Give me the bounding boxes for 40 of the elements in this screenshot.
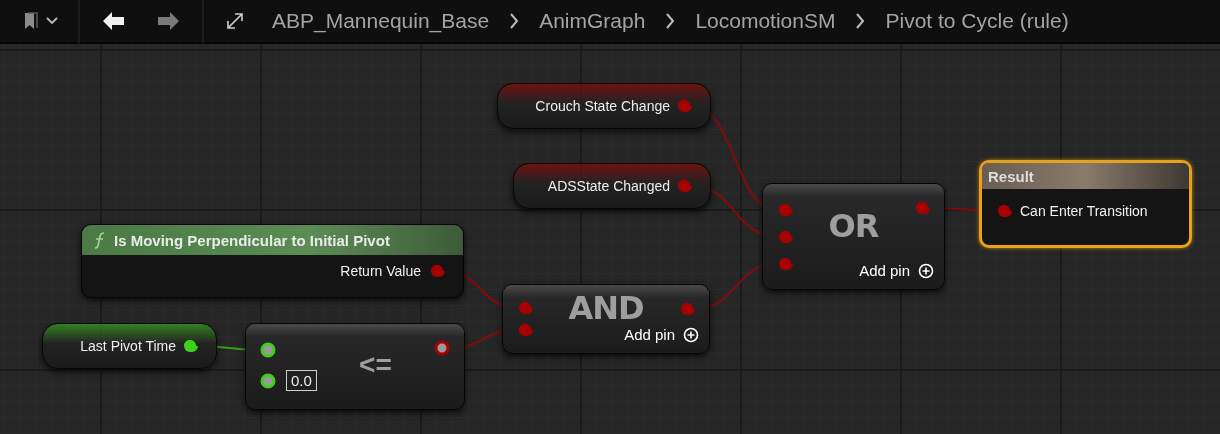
pin-icon[interactable] [260,342,276,358]
pin-icon[interactable] [182,338,198,354]
add-pin-button[interactable]: Add pin [859,262,934,279]
plus-circle-icon [918,262,934,279]
chevron-down-icon [46,17,58,25]
operator-node[interactable]: 0.0 <= [245,323,465,410]
back-arrow-icon [102,11,126,31]
pin-label: Return Value [340,263,421,279]
operator-node[interactable]: OR Add pin [762,183,945,290]
variable-label: Crouch State Change [535,98,670,114]
function-node[interactable]: Is Moving Perpendicular to Initial Pivot Return Value [81,224,464,298]
add-pin-button[interactable]: Add pin [624,326,699,343]
breadcrumb-link[interactable]: AnimGraph [539,9,646,33]
bookmark-icon [24,12,38,30]
chevron-right-icon [665,13,676,29]
variable-label: Last Pivot Time [80,338,176,354]
forward-arrow-icon [156,11,180,31]
pin-label: Can Enter Transition [1020,203,1148,219]
diagonal-arrows-icon [224,10,246,32]
variable-node[interactable]: ADSState Changed [513,163,711,209]
breadcrumb-link[interactable]: LocomotionSM [695,9,836,33]
pin-icon[interactable] [260,372,276,389]
operator-label: <= [359,350,392,379]
pin-icon[interactable] [434,340,450,356]
operator-label: AND [568,292,644,324]
variable-node[interactable]: Last Pivot Time [42,323,217,369]
variable-node[interactable]: Crouch State Change [497,83,711,129]
result-header: Result [982,163,1189,189]
chevron-right-icon [509,13,520,29]
plus-circle-icon [683,326,699,343]
function-title: Is Moving Perpendicular to Initial Pivot [114,231,390,249]
breadcrumb-link[interactable]: ABP_Mannequin_Base [272,9,490,33]
variable-label: ADSState Changed [547,178,670,194]
operator-node[interactable]: AND Add pin [502,284,710,354]
value-field[interactable]: 0.0 [286,370,317,391]
breadcrumb-link[interactable]: Pivot to Cycle (rule) [885,9,1069,33]
result-node[interactable]: Result Can Enter Transition [979,160,1192,248]
operator-label: OR [828,209,879,242]
function-icon [92,231,106,249]
chevron-right-icon [855,13,866,29]
